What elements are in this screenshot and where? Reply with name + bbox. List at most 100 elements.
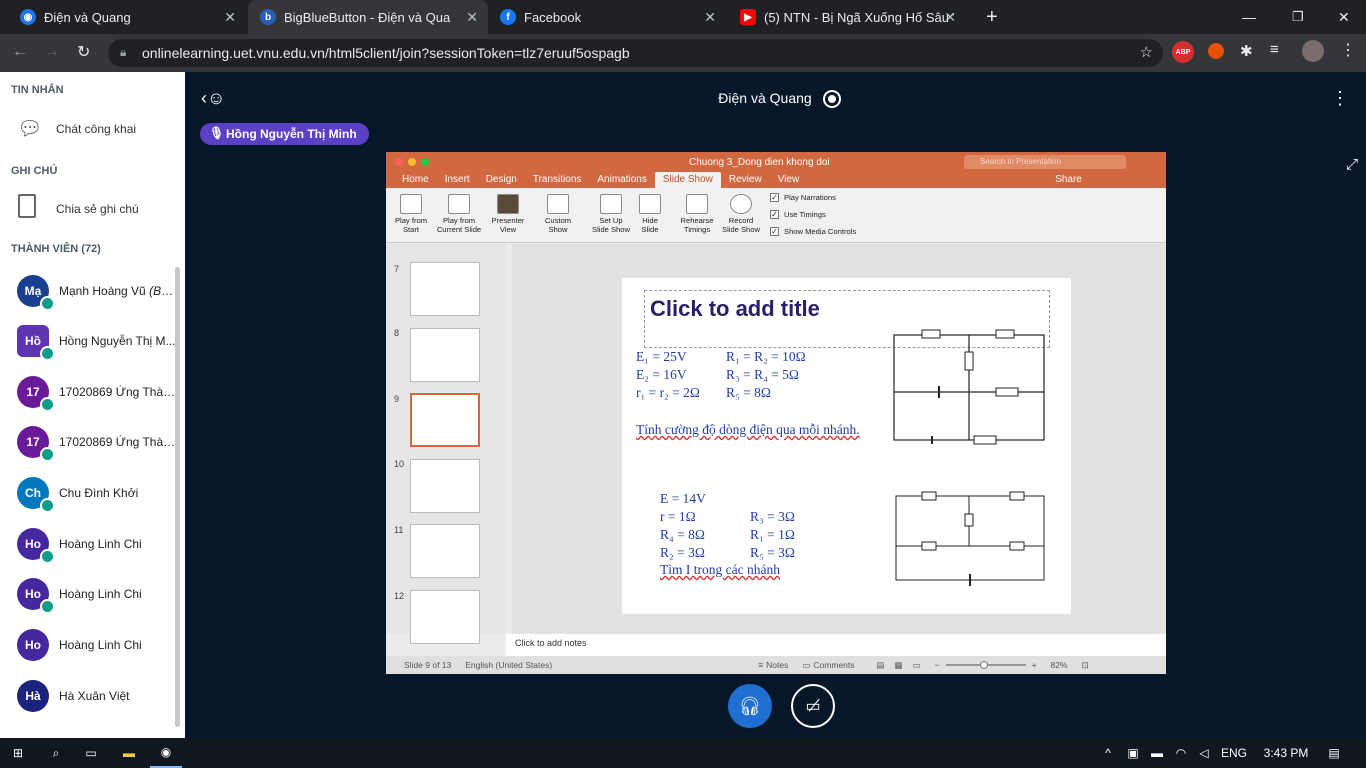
public-chat-link[interactable]: Chát công khai (56, 122, 136, 136)
slide-thumbnail[interactable] (410, 459, 480, 513)
slide-thumbnail[interactable] (410, 262, 480, 316)
search-icon[interactable]: ⌕ (40, 738, 72, 768)
tab-bigbluebutton[interactable]: b BigBlueButton - Điện và Qua ✕ (248, 0, 488, 34)
slide-thumbnail[interactable] (410, 590, 480, 644)
close-icon[interactable]: ✕ (704, 9, 716, 26)
puzzle-icon[interactable]: ✱ (1240, 42, 1253, 60)
profile-avatar[interactable] (1302, 40, 1324, 62)
zoom-in-icon[interactable]: + (1032, 660, 1037, 670)
recording-icon[interactable] (823, 90, 841, 108)
problem-statement-2: Tìm I trong các nhánh (660, 562, 780, 577)
normal-view-icon[interactable]: ▤ (877, 660, 885, 671)
comments-toggle[interactable]: Comments (813, 660, 854, 670)
member-item[interactable]: 17 17020869 Ứng Thàn... (17, 372, 182, 412)
restore-icon[interactable]: ❐ (1280, 0, 1316, 34)
clock[interactable]: 3:43 PM (1256, 738, 1316, 768)
member-name: Hoàng Linh Chi (59, 537, 142, 551)
window-close-dot[interactable] (395, 158, 403, 166)
close-icon[interactable]: ✕ (224, 9, 236, 26)
slide-thumbnail[interactable] (410, 524, 480, 578)
tab-dien-va-quang[interactable]: ◉ Điện và Quang ✕ (8, 0, 246, 34)
member-item[interactable]: Ho Hoàng Linh Chi (17, 625, 182, 665)
record-slide-show-button[interactable]: Record Slide Show (717, 194, 765, 234)
play-narrations-checkbox[interactable]: ✓ Play Narrations (770, 193, 836, 202)
shared-notes-link[interactable]: Chia sẻ ghi chú (56, 202, 139, 216)
slide-thumbnail-selected[interactable] (410, 393, 480, 447)
ppt-tab-home[interactable]: Home (394, 172, 437, 188)
ppt-tab-slide-show[interactable]: Slide Show (654, 172, 721, 188)
notes-toggle[interactable]: Notes (766, 660, 788, 670)
back-icon[interactable]: ← (12, 43, 28, 61)
windows-start-icon[interactable]: ⊞ (0, 738, 36, 768)
ppt-tab-insert[interactable]: Insert (437, 172, 478, 188)
task-view-icon[interactable]: ▭ (76, 738, 106, 768)
ppt-share-button[interactable]: Share (1047, 172, 1090, 188)
member-item[interactable]: 17 17020869 Ứng Thàn... (17, 422, 182, 462)
tab-facebook[interactable]: f Facebook ✕ (488, 0, 726, 34)
notifications-icon[interactable]: ▤ (1322, 738, 1346, 768)
play-from-current-button[interactable]: Play from Current Slide (435, 194, 483, 234)
forward-icon[interactable]: → (44, 43, 60, 61)
member-item[interactable]: Ch Chu Đình Khởi (17, 473, 182, 513)
chrome-icon[interactable]: ◉ (150, 738, 182, 768)
window-max-dot[interactable] (421, 158, 429, 166)
star-icon[interactable]: ☆ (1140, 43, 1153, 61)
adblock-icon[interactable]: ABP (1172, 41, 1194, 63)
menu-kebab-icon[interactable]: ⋮ (1340, 40, 1356, 60)
wifi-icon[interactable]: ◠ (1172, 738, 1190, 768)
fit-slide-icon[interactable]: ⊡ (1082, 660, 1089, 671)
slide-thumbnail[interactable] (410, 328, 480, 382)
member-item[interactable]: Ho Hoàng Linh Chi (17, 574, 182, 614)
battery-icon[interactable]: ▬ (1148, 738, 1166, 768)
close-window-icon[interactable]: ✕ (1326, 0, 1362, 34)
tray-chevron-icon[interactable]: ^ (1098, 738, 1118, 768)
zoom-out-icon[interactable]: − (935, 660, 940, 670)
reading-view-icon[interactable]: ▭ (913, 660, 921, 671)
zoom-slider[interactable] (945, 661, 1026, 669)
member-item[interactable]: Mạ Mạnh Hoàng Vũ (Bạn) (17, 271, 182, 311)
presenter-view-button[interactable]: Presenter View (484, 194, 532, 234)
new-tab-icon[interactable]: + (974, 0, 1010, 34)
notes-icon[interactable]: ≡ (758, 660, 763, 670)
language-indicator[interactable]: ENG (1218, 738, 1250, 768)
url-field[interactable]: 🔒︎ onlinelearning.uet.vnu.edu.vn/html5cl… (108, 39, 1163, 67)
custom-show-button[interactable]: Custom Show (534, 194, 582, 234)
current-slide: Click to add title E₁ = 25V E₂ = 16V r₁ = … (622, 278, 1071, 614)
extension-icon[interactable] (1208, 43, 1224, 59)
member-item[interactable]: Hà Hà Xuân Việt (17, 676, 182, 716)
use-timings-checkbox[interactable]: ✓ Use Timings (770, 210, 826, 219)
close-icon[interactable]: ✕ (466, 9, 478, 26)
show-media-controls-checkbox[interactable]: ✓ Show Media Controls (770, 227, 856, 236)
minimize-icon[interactable]: — (1230, 0, 1268, 34)
hide-slide-button[interactable]: Hide Slide (626, 194, 674, 234)
notes-pane[interactable]: Click to add notes (506, 634, 1166, 656)
ppt-tab-view[interactable]: View (770, 172, 808, 188)
audio-headphones-button[interactable]: 🎧︎ (728, 684, 772, 728)
ppt-tab-review[interactable]: Review (721, 172, 770, 188)
window-min-dot[interactable] (408, 158, 416, 166)
url-text: onlinelearning.uet.vnu.edu.vn/html5clien… (142, 45, 630, 61)
member-item[interactable]: Ho Hoàng Linh Chi (17, 524, 182, 564)
video-toggle-button[interactable]: ▭̸ (791, 684, 835, 728)
tab-youtube[interactable]: ▶ (5) NTN - Bị Ngã Xuống Hố Sâu V ✕ (728, 0, 966, 34)
ppt-tab-animations[interactable]: Animations (589, 172, 654, 188)
user-list-toggle-icon[interactable]: ‹☺︎ (201, 88, 225, 109)
comments-icon[interactable]: ▭ (802, 660, 810, 671)
reload-icon[interactable]: ↻ (77, 42, 90, 62)
tray-icon[interactable]: ▣ (1124, 738, 1142, 768)
scrollbar[interactable] (175, 267, 180, 727)
options-kebab-icon[interactable]: ⋮ (1331, 88, 1349, 109)
play-from-start-button[interactable]: Play from Start (387, 194, 435, 234)
member-item[interactable]: Hồ Hồng Nguyễn Thị M... (17, 321, 182, 361)
rehearse-timings-button[interactable]: Rehearse Timings (673, 194, 721, 234)
ppt-tab-transitions[interactable]: Transitions (525, 172, 590, 188)
ppt-tab-design[interactable]: Design (478, 172, 525, 188)
close-icon[interactable]: ✕ (944, 9, 956, 26)
media-control-icon[interactable]: ≡ (1270, 41, 1279, 58)
slide-sorter-icon[interactable]: ▦ (895, 660, 903, 671)
fullscreen-icon[interactable]: ⤢ (1346, 156, 1358, 173)
slide-title-placeholder[interactable]: Click to add title (650, 296, 820, 322)
file-explorer-icon[interactable]: ▬ (113, 738, 145, 768)
ppt-search-field[interactable]: Search in Presentation (964, 155, 1126, 169)
volume-icon[interactable]: ◁ (1195, 738, 1213, 768)
